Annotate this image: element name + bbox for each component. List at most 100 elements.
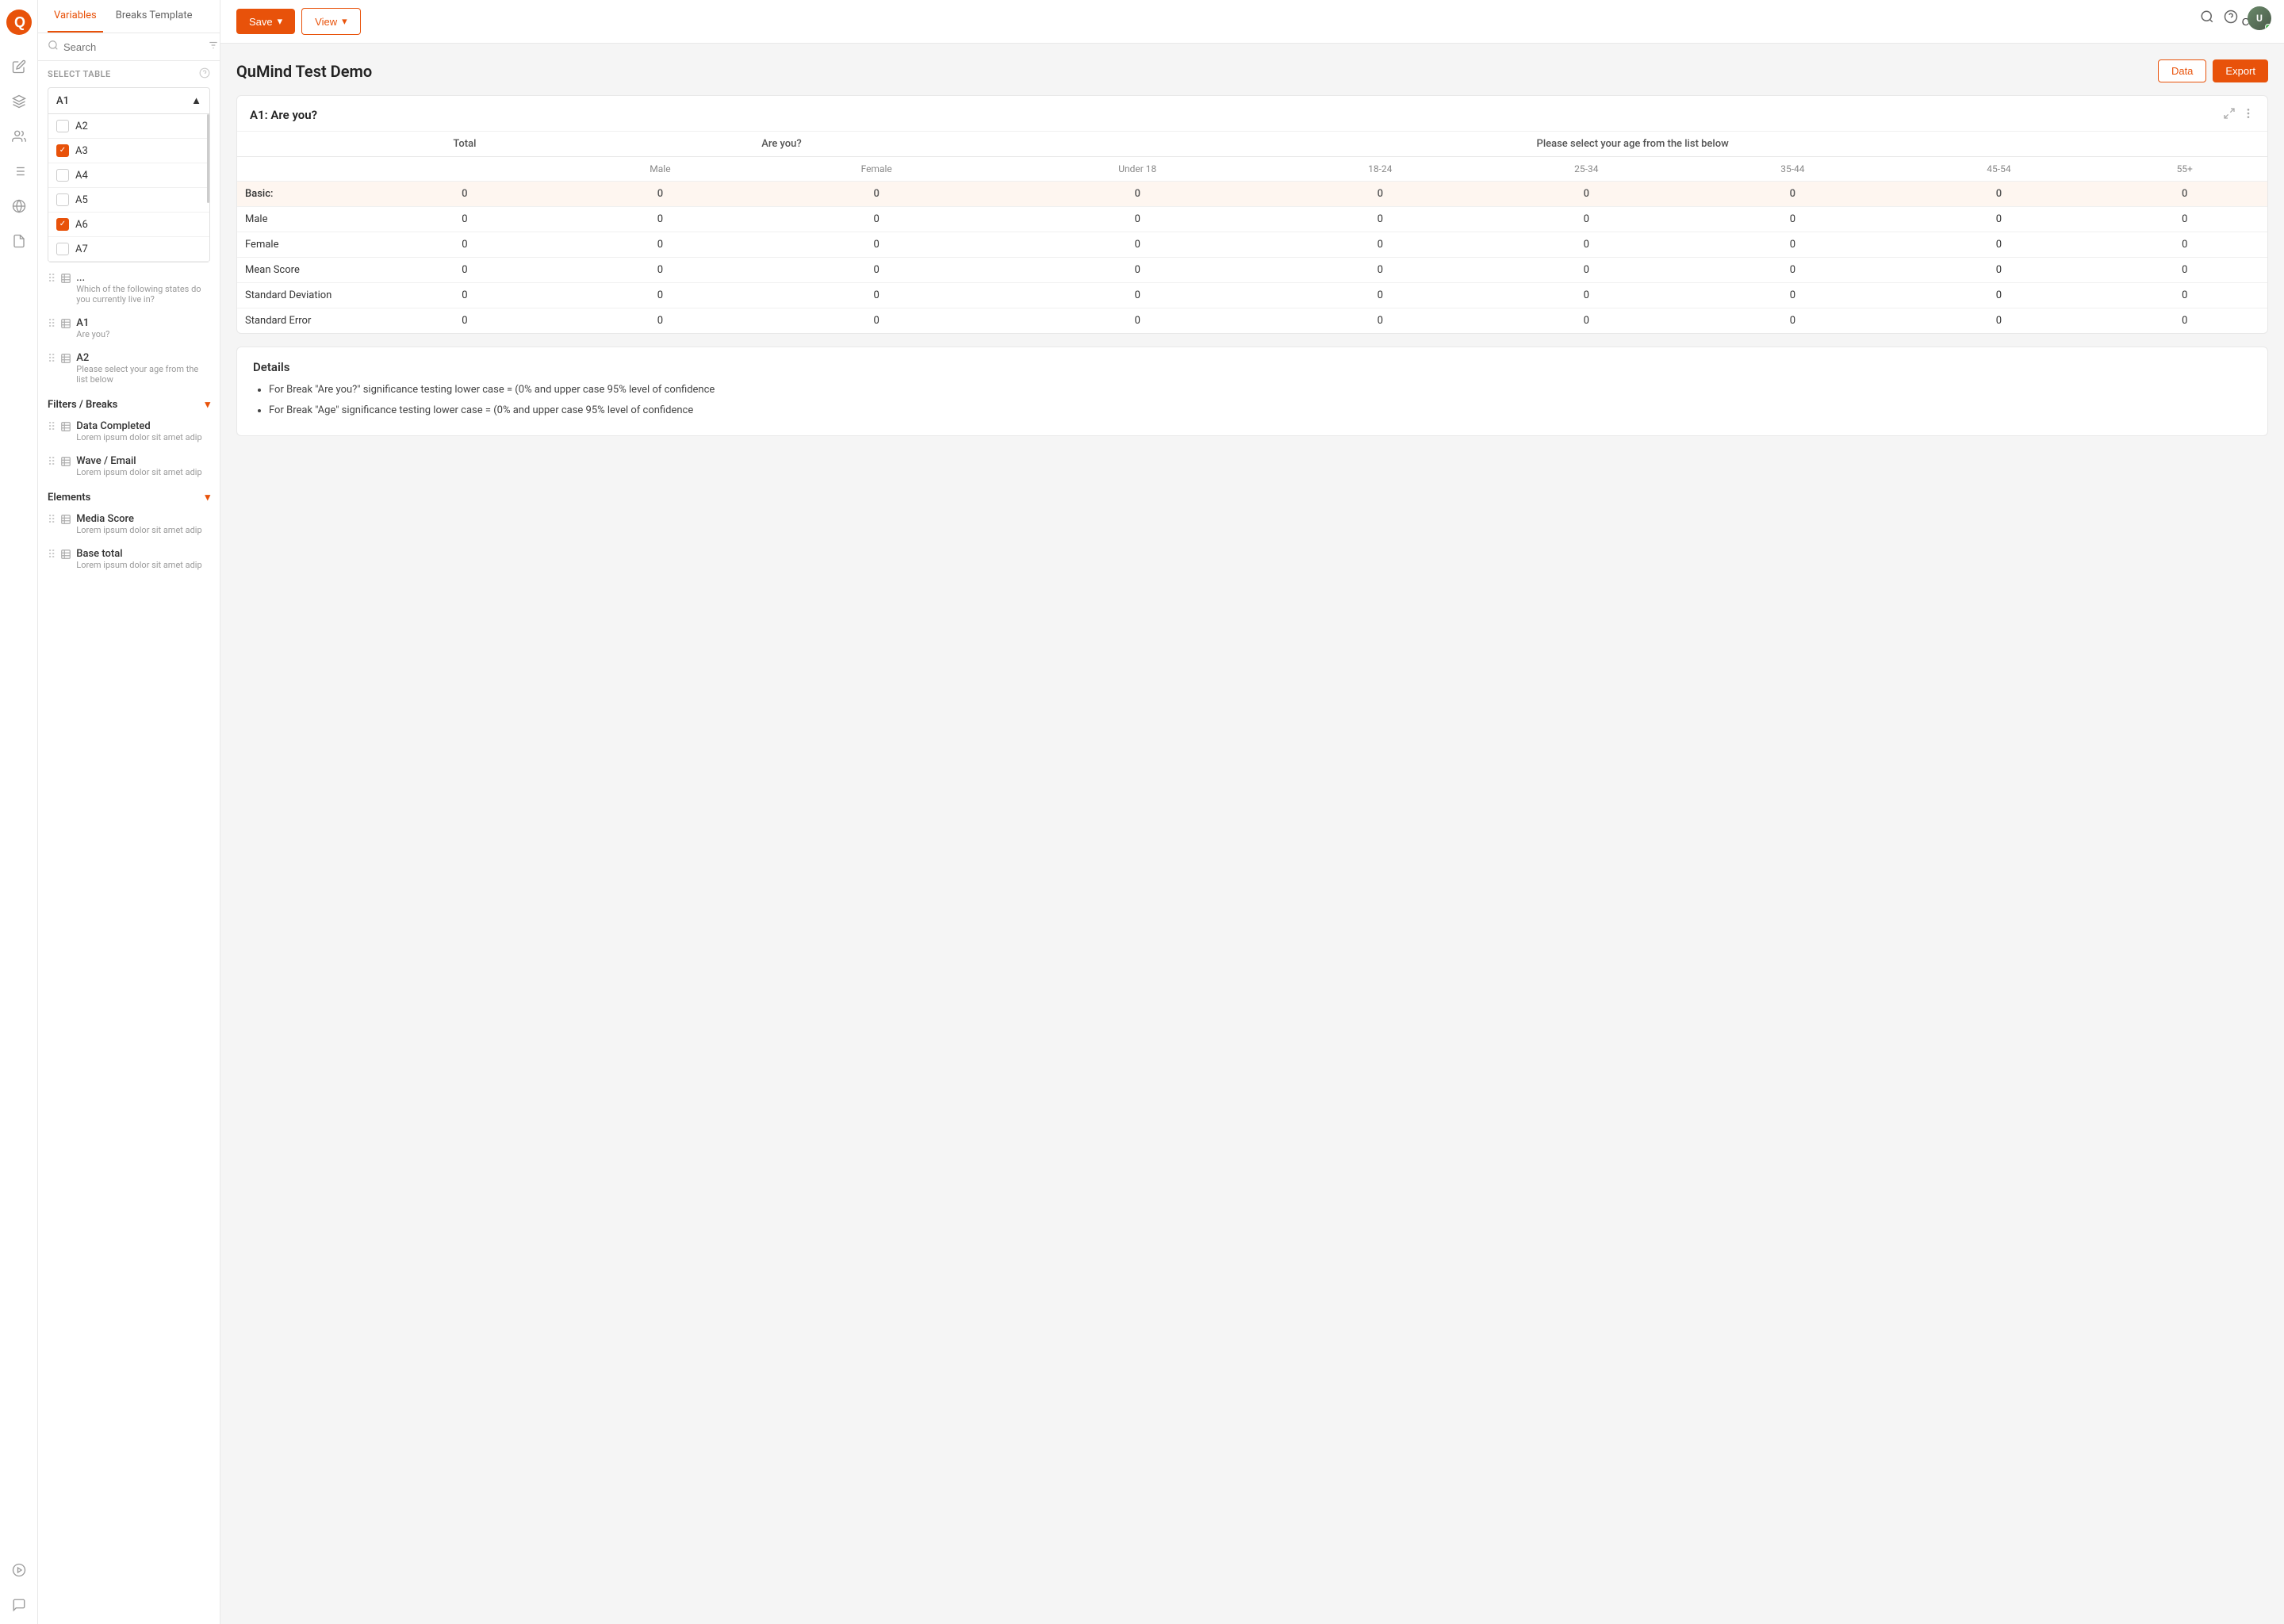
report-actions: Data Export: [2158, 59, 2268, 82]
header-bar: U: [2187, 0, 2284, 36]
cell-value: 0: [565, 258, 755, 283]
dropdown-item-A3[interactable]: A3: [48, 139, 209, 163]
dropdown-item-A5[interactable]: A5: [48, 188, 209, 213]
filter-table-icon-2: [60, 455, 71, 470]
cell-value: 0: [1689, 283, 1895, 308]
element-item-media-score[interactable]: ⠿ Media Score Lorem ipsum dolor sit amet…: [38, 507, 220, 542]
tab-variables[interactable]: Variables: [48, 0, 103, 33]
avatar[interactable]: U: [2248, 6, 2271, 30]
cell-value: 0: [1277, 207, 1483, 232]
cell-value: 0: [1689, 258, 1895, 283]
col-header-group1: Are you?: [565, 132, 998, 157]
cell-value: 0: [998, 232, 1277, 258]
cell-value: 0: [1483, 283, 1689, 308]
play-icon[interactable]: [10, 1561, 29, 1580]
search-input[interactable]: [63, 41, 203, 53]
chevron-up-icon: ▲: [191, 94, 201, 107]
cell-value: 0: [1689, 308, 1895, 334]
chevron-down-icon: ▾: [205, 399, 210, 411]
expand-icon[interactable]: [2223, 107, 2236, 123]
checkbox-A4[interactable]: [56, 169, 69, 182]
cell-value: 0: [1483, 258, 1689, 283]
col-sub-45-54: 45-54: [1895, 157, 2102, 182]
checkbox-A5[interactable]: [56, 193, 69, 206]
col-sub-18-24: 18-24: [1277, 157, 1483, 182]
edit-icon[interactable]: [10, 57, 29, 76]
col-sub-under18: Under 18: [998, 157, 1277, 182]
details-bullet: For Break "Age" significance testing low…: [269, 403, 2251, 419]
question-item-A1[interactable]: ⠿ A1 Are you?: [38, 311, 220, 346]
checkbox-A6[interactable]: [56, 218, 69, 231]
main-scroll: QuMind Test Demo Data Export A1: Are you…: [220, 44, 2284, 1624]
cell-value: 0: [1277, 283, 1483, 308]
question-item-states[interactable]: ⠿ ... Which of the following states do y…: [38, 266, 220, 311]
help-icon[interactable]: [199, 67, 210, 81]
cell-value: 0: [1689, 232, 1895, 258]
view-button[interactable]: View ▾: [301, 8, 360, 35]
filter-item-data-completed[interactable]: ⠿ Data Completed Lorem ipsum dolor sit a…: [38, 414, 220, 449]
details-card: Details For Break "Are you?" significanc…: [236, 347, 2268, 436]
cell-value: 0: [1895, 207, 2102, 232]
report-title-bar: QuMind Test Demo Data Export: [236, 59, 2268, 82]
cell-value: 0: [1483, 182, 1689, 207]
cell-value: 0: [998, 258, 1277, 283]
cell-value: 0: [755, 182, 998, 207]
list-icon[interactable]: [10, 162, 29, 181]
filters-breaks-header[interactable]: Filters / Breaks ▾: [38, 391, 220, 414]
row-label: Standard Deviation: [237, 283, 364, 308]
dropdown-item-A6[interactable]: A6: [48, 213, 209, 237]
cell-value: 0: [2102, 207, 2267, 232]
cell-value: 0: [1895, 283, 2102, 308]
element-item-base-total[interactable]: ⠿ Base total Lorem ipsum dolor sit amet …: [38, 542, 220, 576]
document-icon[interactable]: [10, 232, 29, 251]
elements-header[interactable]: Elements ▾: [38, 484, 220, 507]
app-logo[interactable]: Q: [6, 10, 32, 35]
globe-icon[interactable]: [10, 197, 29, 216]
chat-icon[interactable]: [10, 1595, 29, 1614]
avatar-status-dot: [2265, 24, 2271, 30]
cell-value: 0: [1277, 308, 1483, 334]
cell-value: 0: [1277, 182, 1483, 207]
cell-value: 0: [1895, 232, 2102, 258]
save-button[interactable]: Save ▾: [236, 9, 295, 34]
cell-value: 0: [364, 207, 565, 232]
details-title: Details: [253, 360, 2251, 374]
card-title: A1: Are you?: [250, 108, 317, 122]
cell-value: 0: [565, 182, 755, 207]
layers-icon[interactable]: [10, 92, 29, 111]
help-icon-header[interactable]: [2224, 10, 2238, 27]
topbar: Save ▾ View ▾ Close: [220, 0, 2284, 44]
cell-value: 0: [2102, 232, 2267, 258]
table-dropdown: A1 ▲ A2 A3 A4 A5 A6: [48, 87, 210, 262]
chevron-down-icon-2: ▾: [205, 492, 210, 504]
checkbox-A2[interactable]: [56, 120, 69, 132]
question-item-A2[interactable]: ⠿ A2 Please select your age from the lis…: [38, 346, 220, 391]
search-bar: [38, 33, 220, 61]
cell-value: 0: [1895, 182, 2102, 207]
filter-icon[interactable]: [208, 40, 219, 54]
cell-value: 0: [755, 308, 998, 334]
card-header: A1: Are you?: [237, 96, 2267, 131]
dropdown-item-A4[interactable]: A4: [48, 163, 209, 188]
table-dropdown-header[interactable]: A1 ▲: [48, 88, 209, 113]
svg-text:Q: Q: [14, 14, 25, 30]
row-label: Basic:: [237, 182, 364, 207]
cell-value: 0: [565, 232, 755, 258]
row-label: Mean Score: [237, 258, 364, 283]
data-button[interactable]: Data: [2158, 59, 2206, 82]
checkbox-A7[interactable]: [56, 243, 69, 255]
people-icon[interactable]: [10, 127, 29, 146]
dropdown-item-A7[interactable]: A7: [48, 237, 209, 262]
search-icon-header[interactable]: [2200, 10, 2214, 27]
filter-item-wave-email[interactable]: ⠿ Wave / Email Lorem ipsum dolor sit ame…: [38, 449, 220, 484]
row-label: Male: [237, 207, 364, 232]
tab-breaks-template[interactable]: Breaks Template: [109, 0, 199, 33]
cell-value: 0: [1689, 207, 1895, 232]
export-button[interactable]: Export: [2213, 59, 2268, 82]
checkbox-A3[interactable]: [56, 144, 69, 157]
cell-value: 0: [755, 258, 998, 283]
data-table: Total Are you? Please select your age fr…: [237, 131, 2267, 333]
dropdown-item-A2[interactable]: A2: [48, 114, 209, 139]
sidebar-tabs: Variables Breaks Template: [38, 0, 220, 33]
more-options-icon[interactable]: [2242, 107, 2255, 123]
